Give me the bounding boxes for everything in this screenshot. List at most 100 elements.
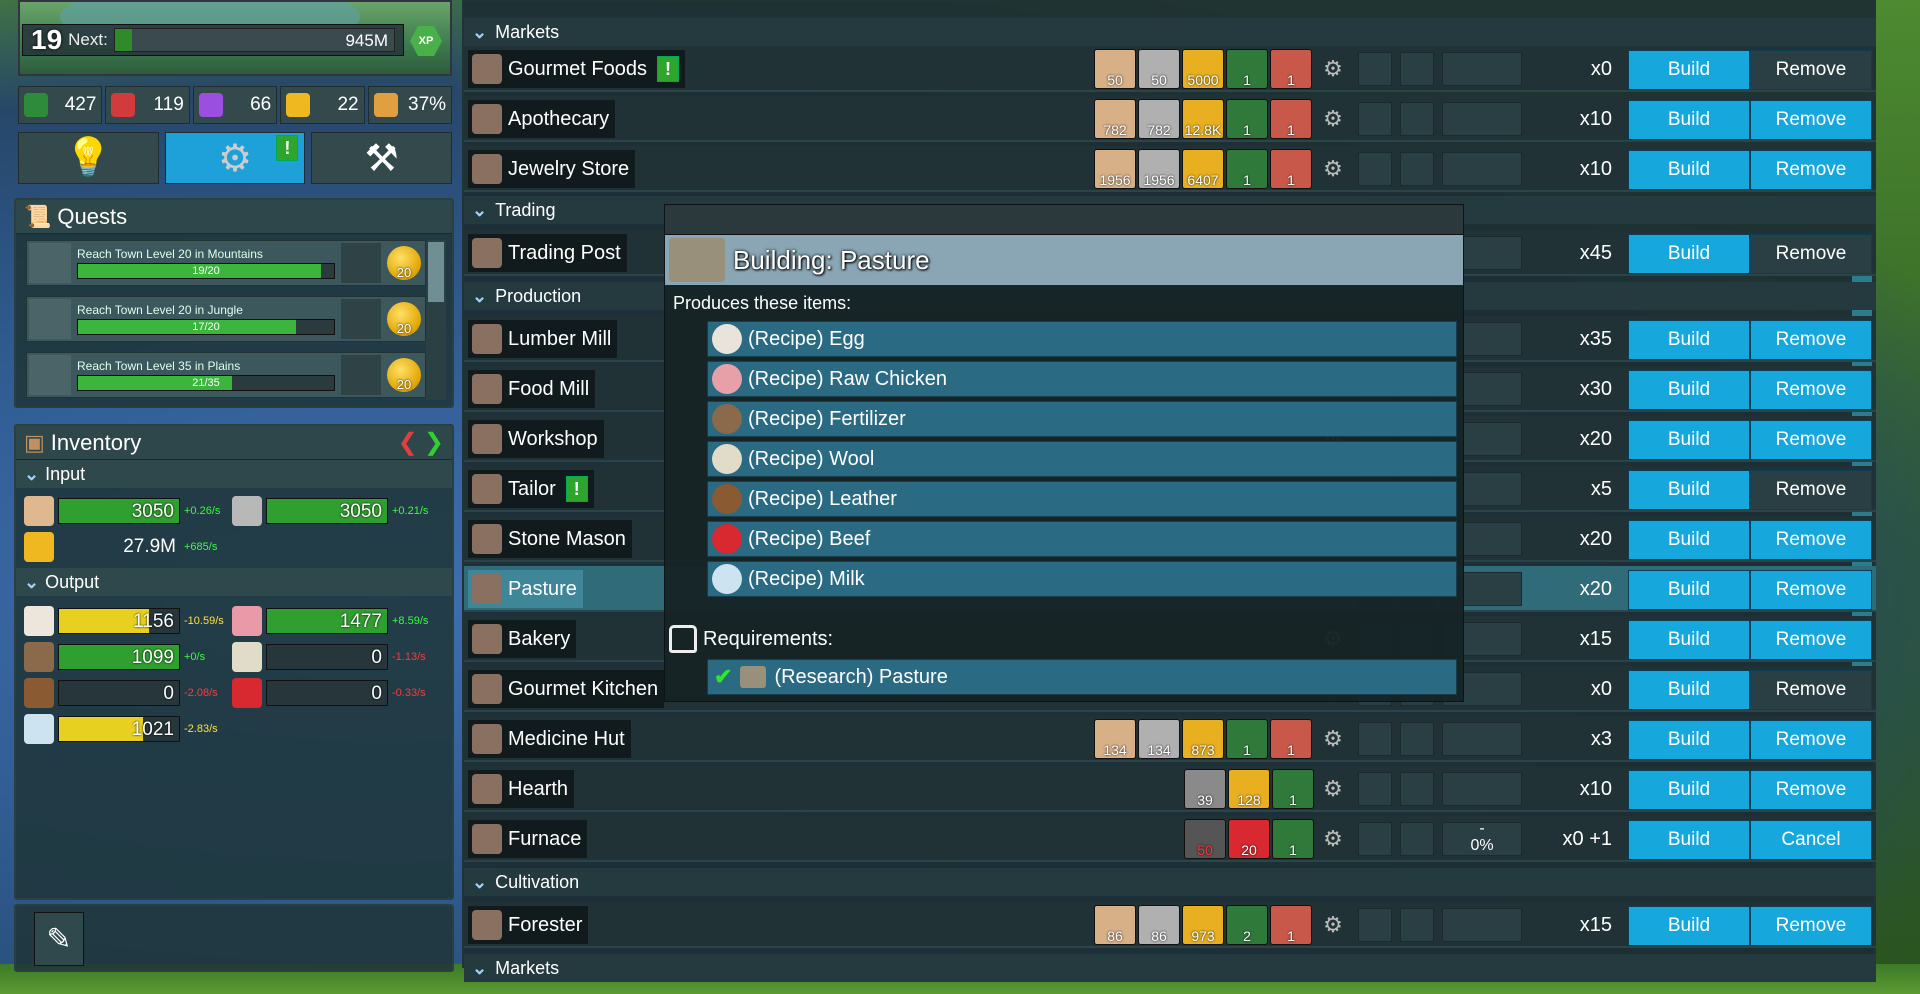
pause-slot[interactable]: [1400, 772, 1434, 806]
build-button[interactable]: Build: [1628, 620, 1750, 660]
prev-page-icon[interactable]: ❮: [398, 429, 418, 456]
building-row-hearth[interactable]: Hearth 39 128 1 ⚙ x10 Build Remove: [464, 766, 1876, 812]
build-button[interactable]: Build: [1628, 420, 1750, 460]
collapse-slot[interactable]: [1358, 908, 1392, 942]
build-button[interactable]: Build: [1628, 470, 1750, 510]
building-icon: [472, 774, 502, 804]
remove-button[interactable]: Remove: [1750, 234, 1872, 274]
remove-button[interactable]: Remove: [1750, 906, 1872, 946]
collapse-slot[interactable]: [1358, 152, 1392, 186]
building-row-apothecary[interactable]: Apothecary 782 782 12.8K 1 1 ⚙ x10 Build Remove: [464, 96, 1876, 142]
remove-button[interactable]: Remove: [1750, 720, 1872, 760]
remove-button[interactable]: Remove: [1750, 100, 1872, 140]
quest-item[interactable]: Reach Town Level 20 in Jungle 17/20 20: [26, 296, 426, 342]
upgrade-gears-icon[interactable]: ⚙: [1316, 52, 1350, 86]
buildings-button[interactable]: ⚙!: [164, 132, 306, 184]
build-button[interactable]: Build: [1628, 150, 1750, 190]
building-row-gourmet-foods[interactable]: Gourmet Foods! 50 50 5000 1 1 ⚙ x0 Build Remove: [464, 46, 1876, 92]
build-button[interactable]: Build: [1628, 50, 1750, 90]
build-button[interactable]: Build: [1628, 820, 1750, 860]
collapse-slot[interactable]: [1358, 772, 1392, 806]
build-button[interactable]: Build: [1628, 520, 1750, 560]
remove-button[interactable]: Remove: [1750, 520, 1872, 560]
input-section[interactable]: ⌄ Input: [16, 460, 452, 488]
building-row-medicine-hut[interactable]: Medicine Hut 134 134 873 1 1 ⚙ x3 Build Remove: [464, 716, 1876, 762]
output-section[interactable]: ⌄ Output: [16, 568, 452, 596]
category-markets[interactable]: ⌄ Markets: [464, 18, 1876, 46]
build-button[interactable]: Build: [1628, 570, 1750, 610]
requirement-item: ✔ (Research) Pasture: [707, 659, 1457, 695]
inventory-item[interactable]: 27.9M +685/s: [24, 532, 234, 562]
inventory-item[interactable]: 0 -1.13/s: [232, 642, 442, 672]
collapse-slot[interactable]: [1358, 102, 1392, 136]
quest-item[interactable]: Reach Town Level 20 in Mountains 19/20 2…: [26, 240, 426, 286]
upgrade-gears-icon[interactable]: ⚙: [1316, 152, 1350, 186]
upgrade-gears-icon[interactable]: ⚙: [1316, 772, 1350, 806]
upgrade-gears-icon[interactable]: ⚙: [1316, 822, 1350, 856]
build-button[interactable]: Build: [1628, 100, 1750, 140]
building-count: x20: [1579, 578, 1612, 600]
research-button[interactable]: 💡: [18, 132, 159, 184]
build-button[interactable]: Build: [1628, 906, 1750, 946]
building-icon: [472, 574, 502, 604]
building-row-forester[interactable]: Forester 86 86 973 2 1 ⚙ x15 Build Remove: [464, 902, 1876, 948]
remove-button[interactable]: Remove: [1750, 570, 1872, 610]
quests-scrollbar[interactable]: [426, 240, 446, 400]
build-button[interactable]: Build: [1628, 234, 1750, 274]
inventory-item[interactable]: 3050 +0.26/s: [24, 496, 234, 526]
next-page-icon[interactable]: ❯: [424, 429, 444, 456]
stat-cash: 427: [18, 86, 103, 124]
edit-button[interactable]: ✎: [34, 912, 84, 966]
build-button[interactable]: Build: [1628, 320, 1750, 360]
upgrade-gears-icon[interactable]: ⚙: [1316, 722, 1350, 756]
collapse-slot[interactable]: [1358, 822, 1392, 856]
reward-value: 20: [396, 377, 412, 392]
quest-item[interactable]: Reach Town Level 35 in Plains 21/35 20: [26, 352, 426, 398]
build-button[interactable]: Build: [1628, 720, 1750, 760]
pause-slot[interactable]: [1400, 822, 1434, 856]
remove-button[interactable]: Remove: [1750, 320, 1872, 360]
inventory-item[interactable]: 1099 +0/s: [24, 642, 234, 672]
tools-button[interactable]: ⚒: [311, 132, 453, 184]
cost-list: 39 128 1: [1184, 769, 1314, 809]
building-label: Trading Post: [508, 241, 621, 264]
inventory-item[interactable]: 1021 -2.83/s: [24, 714, 234, 744]
cost-item: 6407: [1182, 149, 1224, 189]
upgrade-gears-icon[interactable]: ⚙: [1316, 908, 1350, 942]
upgrade-gears-icon[interactable]: ⚙: [1316, 102, 1350, 136]
remove-button[interactable]: Remove: [1750, 370, 1872, 410]
remove-button[interactable]: Remove: [1750, 50, 1872, 90]
build-button[interactable]: Build: [1628, 370, 1750, 410]
cost-value: 134: [1103, 742, 1127, 758]
inventory-item[interactable]: 1156 -10.59/s: [24, 606, 234, 636]
star-reward-icon: 20: [387, 246, 421, 280]
collapse-slot[interactable]: [1358, 52, 1392, 86]
remove-button[interactable]: Remove: [1750, 150, 1872, 190]
build-button[interactable]: Build: [1628, 770, 1750, 810]
remove-button[interactable]: Remove: [1750, 670, 1872, 710]
pause-slot[interactable]: [1400, 102, 1434, 136]
building-row-furnace[interactable]: Furnace 50 20 1 ⚙ -0% x0 +1 Build Cancel: [464, 816, 1876, 862]
remove-button[interactable]: Remove: [1750, 420, 1872, 460]
pause-slot[interactable]: [1400, 52, 1434, 86]
cancel-button[interactable]: Cancel: [1750, 820, 1872, 860]
remove-button[interactable]: Remove: [1750, 770, 1872, 810]
building-row-jewelry-store[interactable]: Jewelry Store 1956 1956 6407 1 1 ⚙ x10 Build Remo…: [464, 146, 1876, 192]
inventory-item[interactable]: 1477 +8.59/s: [232, 606, 442, 636]
cost-item: 2: [1226, 905, 1268, 945]
building-name: Lumber Mill: [468, 320, 618, 358]
pause-slot[interactable]: [1400, 908, 1434, 942]
progress-slot: [1442, 772, 1522, 806]
remove-button[interactable]: Remove: [1750, 470, 1872, 510]
rate-value: +0.21/s: [392, 505, 429, 517]
category-cultivation[interactable]: ⌄ Cultivation: [464, 868, 1876, 896]
pause-slot[interactable]: [1400, 152, 1434, 186]
build-button[interactable]: Build: [1628, 670, 1750, 710]
pause-slot[interactable]: [1400, 722, 1434, 756]
collapse-slot[interactable]: [1358, 722, 1392, 756]
remove-button[interactable]: Remove: [1750, 620, 1872, 660]
category-markets_bottom[interactable]: ⌄ Markets: [464, 954, 1876, 982]
inventory-item[interactable]: 0 -0.33/s: [232, 678, 442, 708]
inventory-item[interactable]: 3050 +0.21/s: [232, 496, 442, 526]
inventory-item[interactable]: 0 -2.08/s: [24, 678, 234, 708]
